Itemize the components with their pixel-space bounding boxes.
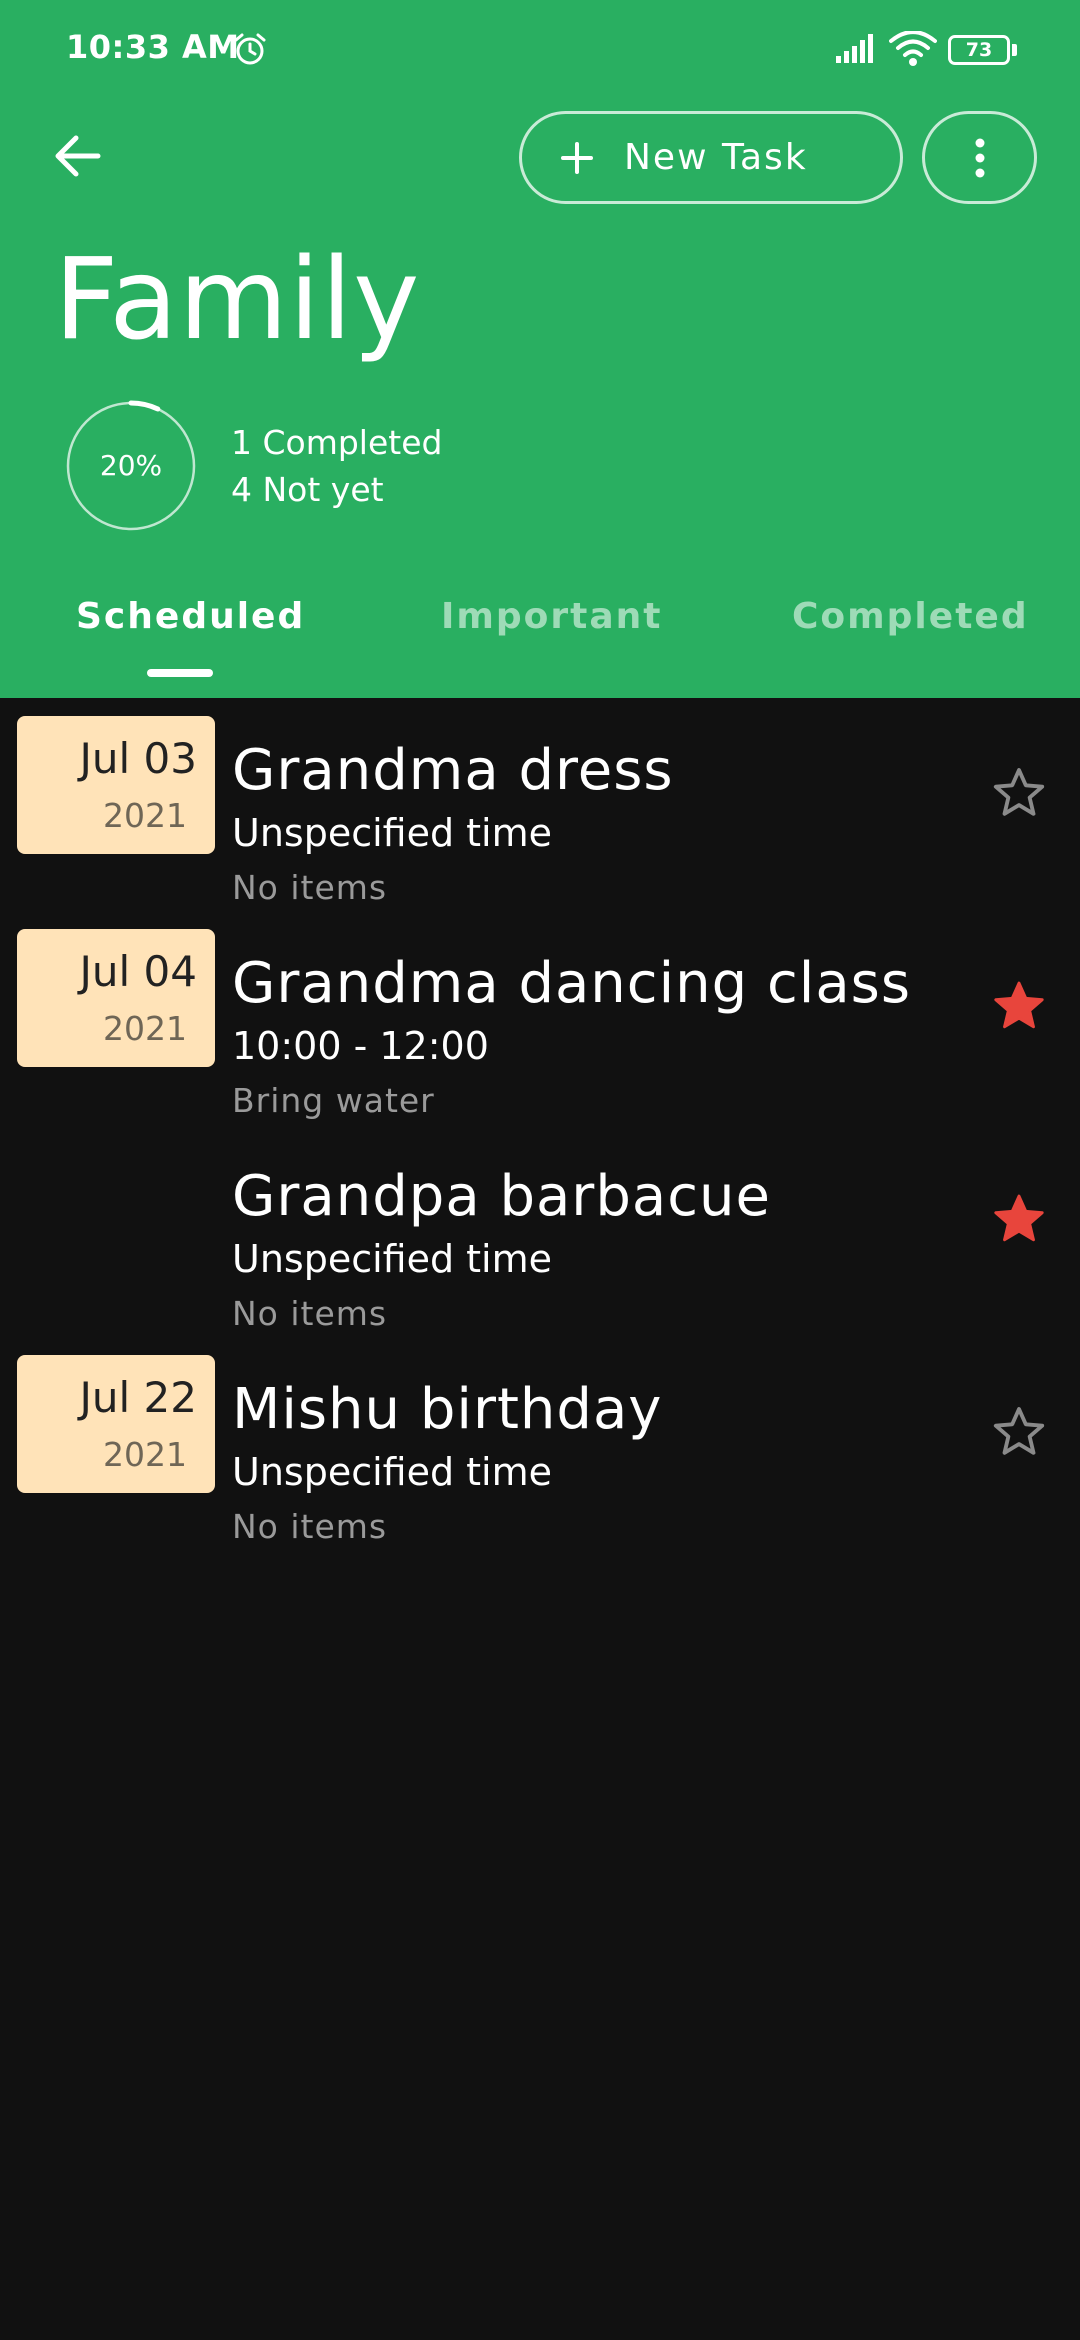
not-yet-count: 4 Not yet: [231, 470, 384, 509]
date-month-day: Jul 22: [79, 1373, 197, 1422]
task-note: No items: [232, 1507, 388, 1546]
completed-count: 1 Completed: [231, 423, 443, 462]
progress-label: 20%: [99, 449, 163, 482]
task-time: 10:00 - 12:00: [232, 1024, 489, 1068]
task-time: Unspecified time: [232, 1237, 553, 1281]
date-month-day: Jul 03: [79, 734, 197, 783]
task-item[interactable]: Jul 03 2021 Grandma dress Unspecified ti…: [0, 716, 1080, 926]
date-year: 2021: [103, 1435, 187, 1474]
back-button[interactable]: [46, 124, 110, 188]
new-task-label: New Task: [624, 137, 808, 178]
task-item[interactable]: Jul 04 2021 Grandma dancing class 10:00 …: [0, 929, 1080, 1139]
date-badge: Jul 22 2021: [17, 1355, 215, 1493]
battery-level: 73: [965, 39, 993, 61]
date-month-day: Jul 04: [79, 947, 197, 996]
more-vert-icon: [975, 138, 984, 177]
task-note: Bring water: [232, 1081, 435, 1120]
more-options-button[interactable]: [922, 111, 1037, 204]
back-arrow-icon: [55, 135, 101, 177]
alarm-icon: [234, 33, 266, 65]
date-badge: Jul 04 2021: [17, 929, 215, 1067]
star-icon[interactable]: [990, 764, 1048, 822]
task-title: Grandma dancing class: [232, 951, 911, 1016]
date-year: 2021: [103, 796, 187, 835]
star-icon[interactable]: [990, 977, 1048, 1035]
date-year: 2021: [103, 1009, 187, 1048]
page-title: Family: [54, 235, 421, 365]
date-badge: Jul 03 2021: [17, 716, 215, 854]
signal-icon: [836, 34, 873, 63]
star-icon[interactable]: [990, 1403, 1048, 1461]
task-time: Unspecified time: [232, 1450, 553, 1494]
task-item[interactable]: Grandpa barbacue Unspecified time No ite…: [0, 1142, 1080, 1352]
plus-icon: [560, 141, 594, 175]
tab-important[interactable]: Important: [441, 596, 663, 637]
header: 10:33 AM 73 New Task Family 20% 1 Comple…: [0, 0, 1080, 698]
task-title: Mishu birthday: [232, 1377, 663, 1442]
task-title: Grandma dress: [232, 738, 674, 803]
star-icon[interactable]: [990, 1190, 1048, 1248]
new-task-button[interactable]: New Task: [519, 111, 903, 204]
wifi-icon: [889, 31, 937, 66]
task-note: No items: [232, 1294, 388, 1333]
task-item[interactable]: Jul 22 2021 Mishu birthday Unspecified t…: [0, 1355, 1080, 1565]
task-title: Grandpa barbacue: [232, 1164, 771, 1229]
tab-indicator: [147, 669, 213, 677]
task-time: Unspecified time: [232, 811, 553, 855]
tab-scheduled[interactable]: Scheduled: [76, 596, 305, 637]
battery-icon: 73: [948, 35, 1018, 65]
status-time: 10:33 AM: [66, 28, 240, 66]
tab-completed[interactable]: Completed: [792, 596, 1029, 637]
task-note: No items: [232, 868, 388, 907]
